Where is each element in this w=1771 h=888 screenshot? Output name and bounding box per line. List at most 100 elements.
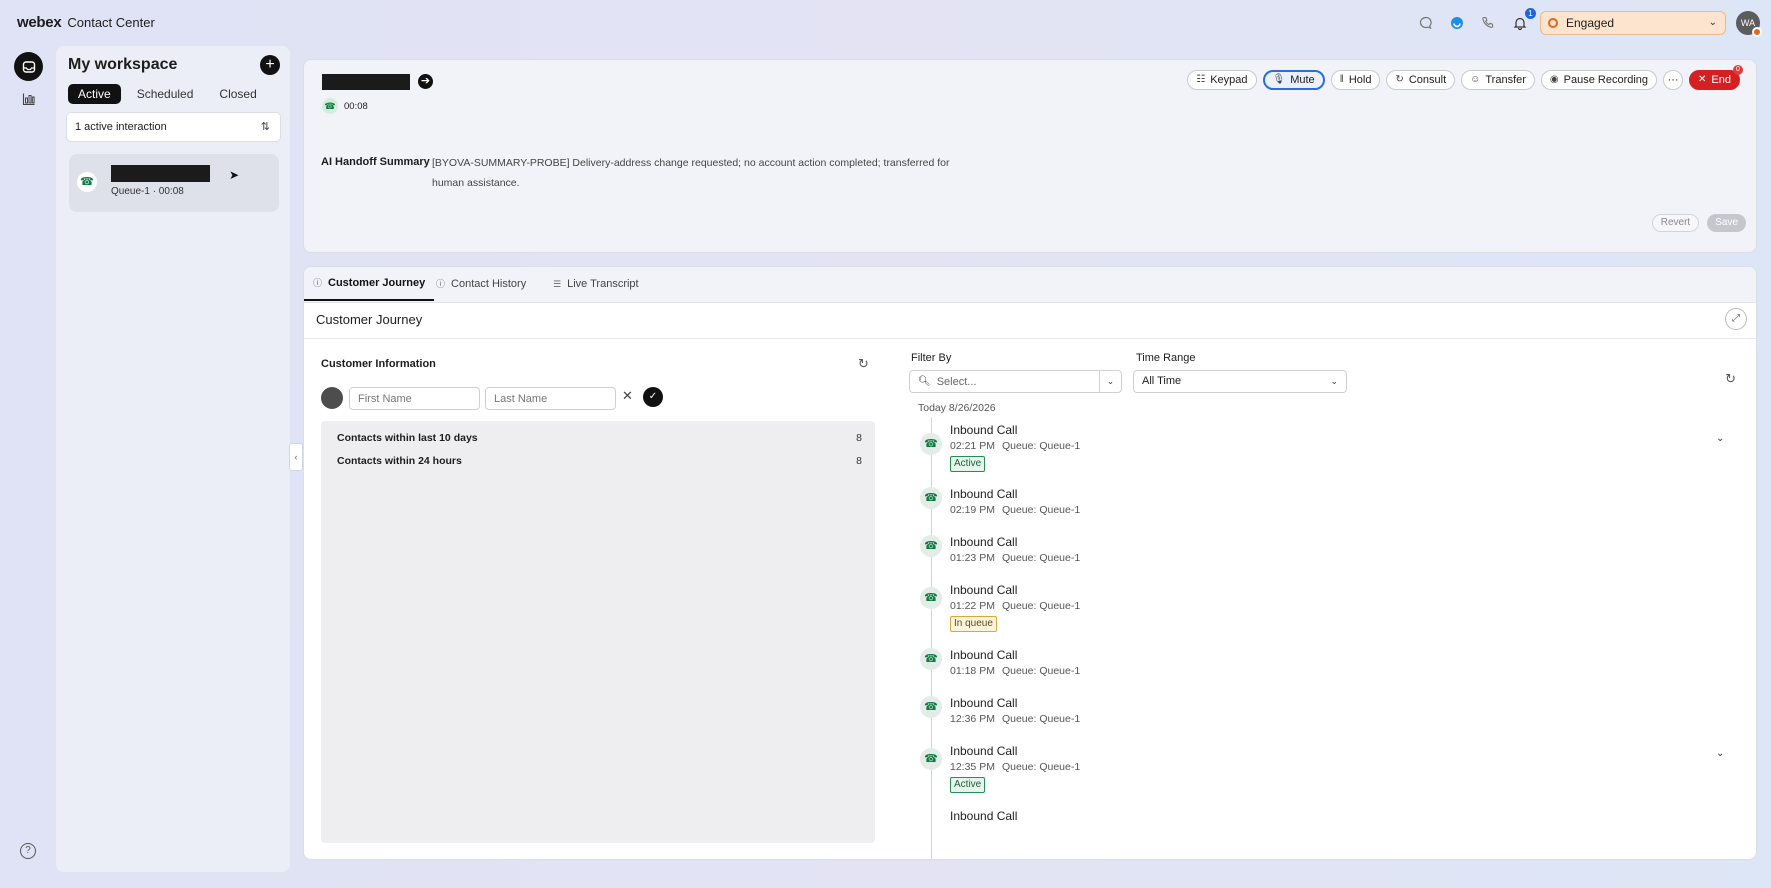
handoff-summary-text: [BYOVA-SUMMARY-PROBE] Delivery-address c… (432, 157, 950, 189)
refresh-icon[interactable]: ↻ (1725, 371, 1736, 387)
event-time: 02:19 PM (950, 504, 995, 516)
mute-button[interactable]: 🎙 Mute (1262, 70, 1325, 90)
analytics-icon[interactable] (14, 84, 43, 113)
event-time: 01:18 PM (950, 665, 995, 677)
sort-icon[interactable]: ⇅ (261, 113, 270, 141)
status-badge: Active (950, 777, 986, 793)
event-time: 01:23 PM (950, 552, 995, 564)
tab-contact-history[interactable]: ⓘ Contact History (427, 267, 535, 301)
status-badge: Active (950, 456, 986, 472)
divider (304, 338, 1756, 339)
stat-row: Contacts within 24 hours 8 (337, 455, 862, 467)
end-badge: 0 (1733, 65, 1743, 75)
tab-closed[interactable]: Closed (209, 84, 266, 104)
pause-recording-label: Pause Recording (1563, 74, 1649, 86)
filter-select[interactable]: 🔍︎ Select... ⌄ (909, 370, 1122, 393)
inbound-call-icon: ☎ (920, 535, 942, 557)
keypad-icon: ☷ (1196, 74, 1206, 85)
chevron-down-icon[interactable]: ⌄ (1716, 748, 1724, 759)
inbound-call-icon: ☎ (920, 487, 942, 509)
event-title: Inbound Call (950, 423, 1018, 437)
history-icon: ⓘ (436, 279, 446, 289)
interaction-meta: Queue-1 · 00:08 (111, 186, 184, 197)
inbound-call-icon: ☎ (920, 748, 942, 770)
phone-icon: ☎ (322, 98, 338, 114)
filter-placeholder: Select... (936, 375, 977, 388)
chevron-down-icon[interactable]: ⌄ (1099, 371, 1121, 392)
product-name: Contact Center (67, 15, 155, 30)
event-queue: Queue: Queue-1 (1001, 552, 1081, 564)
stat-value: 8 (856, 455, 862, 467)
interaction-count-label: 1 active interaction (75, 121, 167, 133)
agent-state-select[interactable]: Engaged ⌄ (1540, 11, 1726, 35)
event-queue: Queue: Queue-1 (1001, 600, 1081, 612)
caller-info-icon[interactable]: ➔ (418, 74, 433, 89)
hold-label: Hold (1348, 74, 1372, 86)
event-queue: Queue: Queue-1 (1001, 665, 1081, 677)
chevron-down-icon[interactable]: ⌄ (1716, 433, 1724, 444)
pause-recording-button[interactable]: ◉ Pause Recording (1540, 70, 1658, 90)
bell-icon[interactable]: 1 (1511, 8, 1536, 32)
time-range-label: Time Range (1136, 352, 1196, 364)
cursor-icon: ➤ (229, 168, 240, 182)
interaction-count: 1 active interaction ⇅ (66, 112, 281, 142)
tab-live-transcript[interactable]: ☰ Live Transcript (544, 267, 648, 301)
collapse-panel-button[interactable]: ‹ (289, 443, 303, 471)
mute-label: Mute (1290, 74, 1315, 86)
inbound-call-icon: ☎ (920, 648, 942, 670)
stat-label: Contacts within last 10 days (337, 432, 478, 444)
inbound-call-icon: ☎ (920, 696, 942, 718)
consult-button[interactable]: ↻ Consult (1386, 70, 1456, 90)
tab-scheduled[interactable]: Scheduled (127, 84, 204, 104)
keypad-label: Keypad (1210, 74, 1248, 86)
event-meta: 01:23 PM Queue: Queue-1 (950, 552, 1080, 564)
agent-state-label: Engaged (1566, 16, 1615, 30)
interaction-card[interactable]: ☎ Queue-1 · 00:08 ➤ (69, 154, 279, 212)
filter-by-label: Filter By (911, 352, 952, 364)
timeline-line (931, 417, 932, 859)
help-icon[interactable]: ? (20, 843, 36, 859)
event-meta: 12:35 PM Queue: Queue-1 (950, 761, 1080, 773)
date-label: Today 8/26/2026 (918, 402, 996, 414)
revert-button[interactable]: Revert (1651, 214, 1700, 232)
keypad-button[interactable]: ☷ Keypad (1187, 70, 1257, 90)
confirm-icon[interactable]: ✓ (643, 387, 663, 407)
brand: webex Contact Center (17, 14, 155, 31)
webex-icon[interactable] (1448, 14, 1466, 32)
clear-icon[interactable]: ✕ (622, 388, 633, 404)
phone-icon[interactable] (1479, 14, 1497, 32)
more-options-button[interactable]: ··· (1663, 70, 1684, 90)
inbound-call-icon: ☎ (920, 433, 942, 455)
expand-icon[interactable]: ⤢ (1725, 308, 1747, 330)
event-meta: 12:36 PM Queue: Queue-1 (950, 713, 1080, 725)
end-call-button[interactable]: ✕ End 0 (1689, 65, 1743, 90)
first-name-field[interactable] (349, 387, 480, 410)
status-badge: In queue (950, 616, 997, 632)
save-button[interactable]: Save (1707, 214, 1746, 232)
time-range-select[interactable]: All Time ⌄ (1133, 370, 1347, 393)
call-timer-value: 00:08 (344, 100, 368, 112)
engaged-status-icon (1548, 18, 1558, 28)
transfer-label: Transfer (1485, 74, 1526, 86)
user-avatar[interactable]: WA (1736, 11, 1762, 37)
event-title: Inbound Call (950, 648, 1018, 662)
customer-information-label: Customer Information (321, 358, 436, 370)
more-label: ··· (1667, 74, 1679, 86)
hold-button[interactable]: ‖ Hold (1330, 70, 1381, 90)
add-interaction-button[interactable]: + (260, 55, 280, 75)
workspace-tabs: Active Scheduled Closed (68, 84, 267, 104)
redacted-caller-id (322, 74, 410, 90)
notification-badge: 1 (1525, 8, 1536, 19)
event-meta: 01:22 PM Queue: Queue-1 (950, 600, 1080, 612)
tab-customer-journey-label: Customer Journey (328, 277, 426, 289)
last-name-field[interactable] (485, 387, 616, 410)
tab-customer-journey[interactable]: ⓘ Customer Journey (304, 267, 435, 301)
webex-logo: webex (17, 14, 62, 31)
tab-active[interactable]: Active (68, 84, 121, 104)
consult-label: Consult (1408, 74, 1447, 86)
chat-icon[interactable] (1417, 14, 1435, 32)
inbox-icon[interactable] (14, 52, 43, 81)
refresh-icon[interactable]: ↻ (858, 356, 869, 372)
transfer-button[interactable]: ☺ Transfer (1461, 70, 1535, 90)
event-meta: 02:21 PM Queue: Queue-1 (950, 440, 1080, 452)
